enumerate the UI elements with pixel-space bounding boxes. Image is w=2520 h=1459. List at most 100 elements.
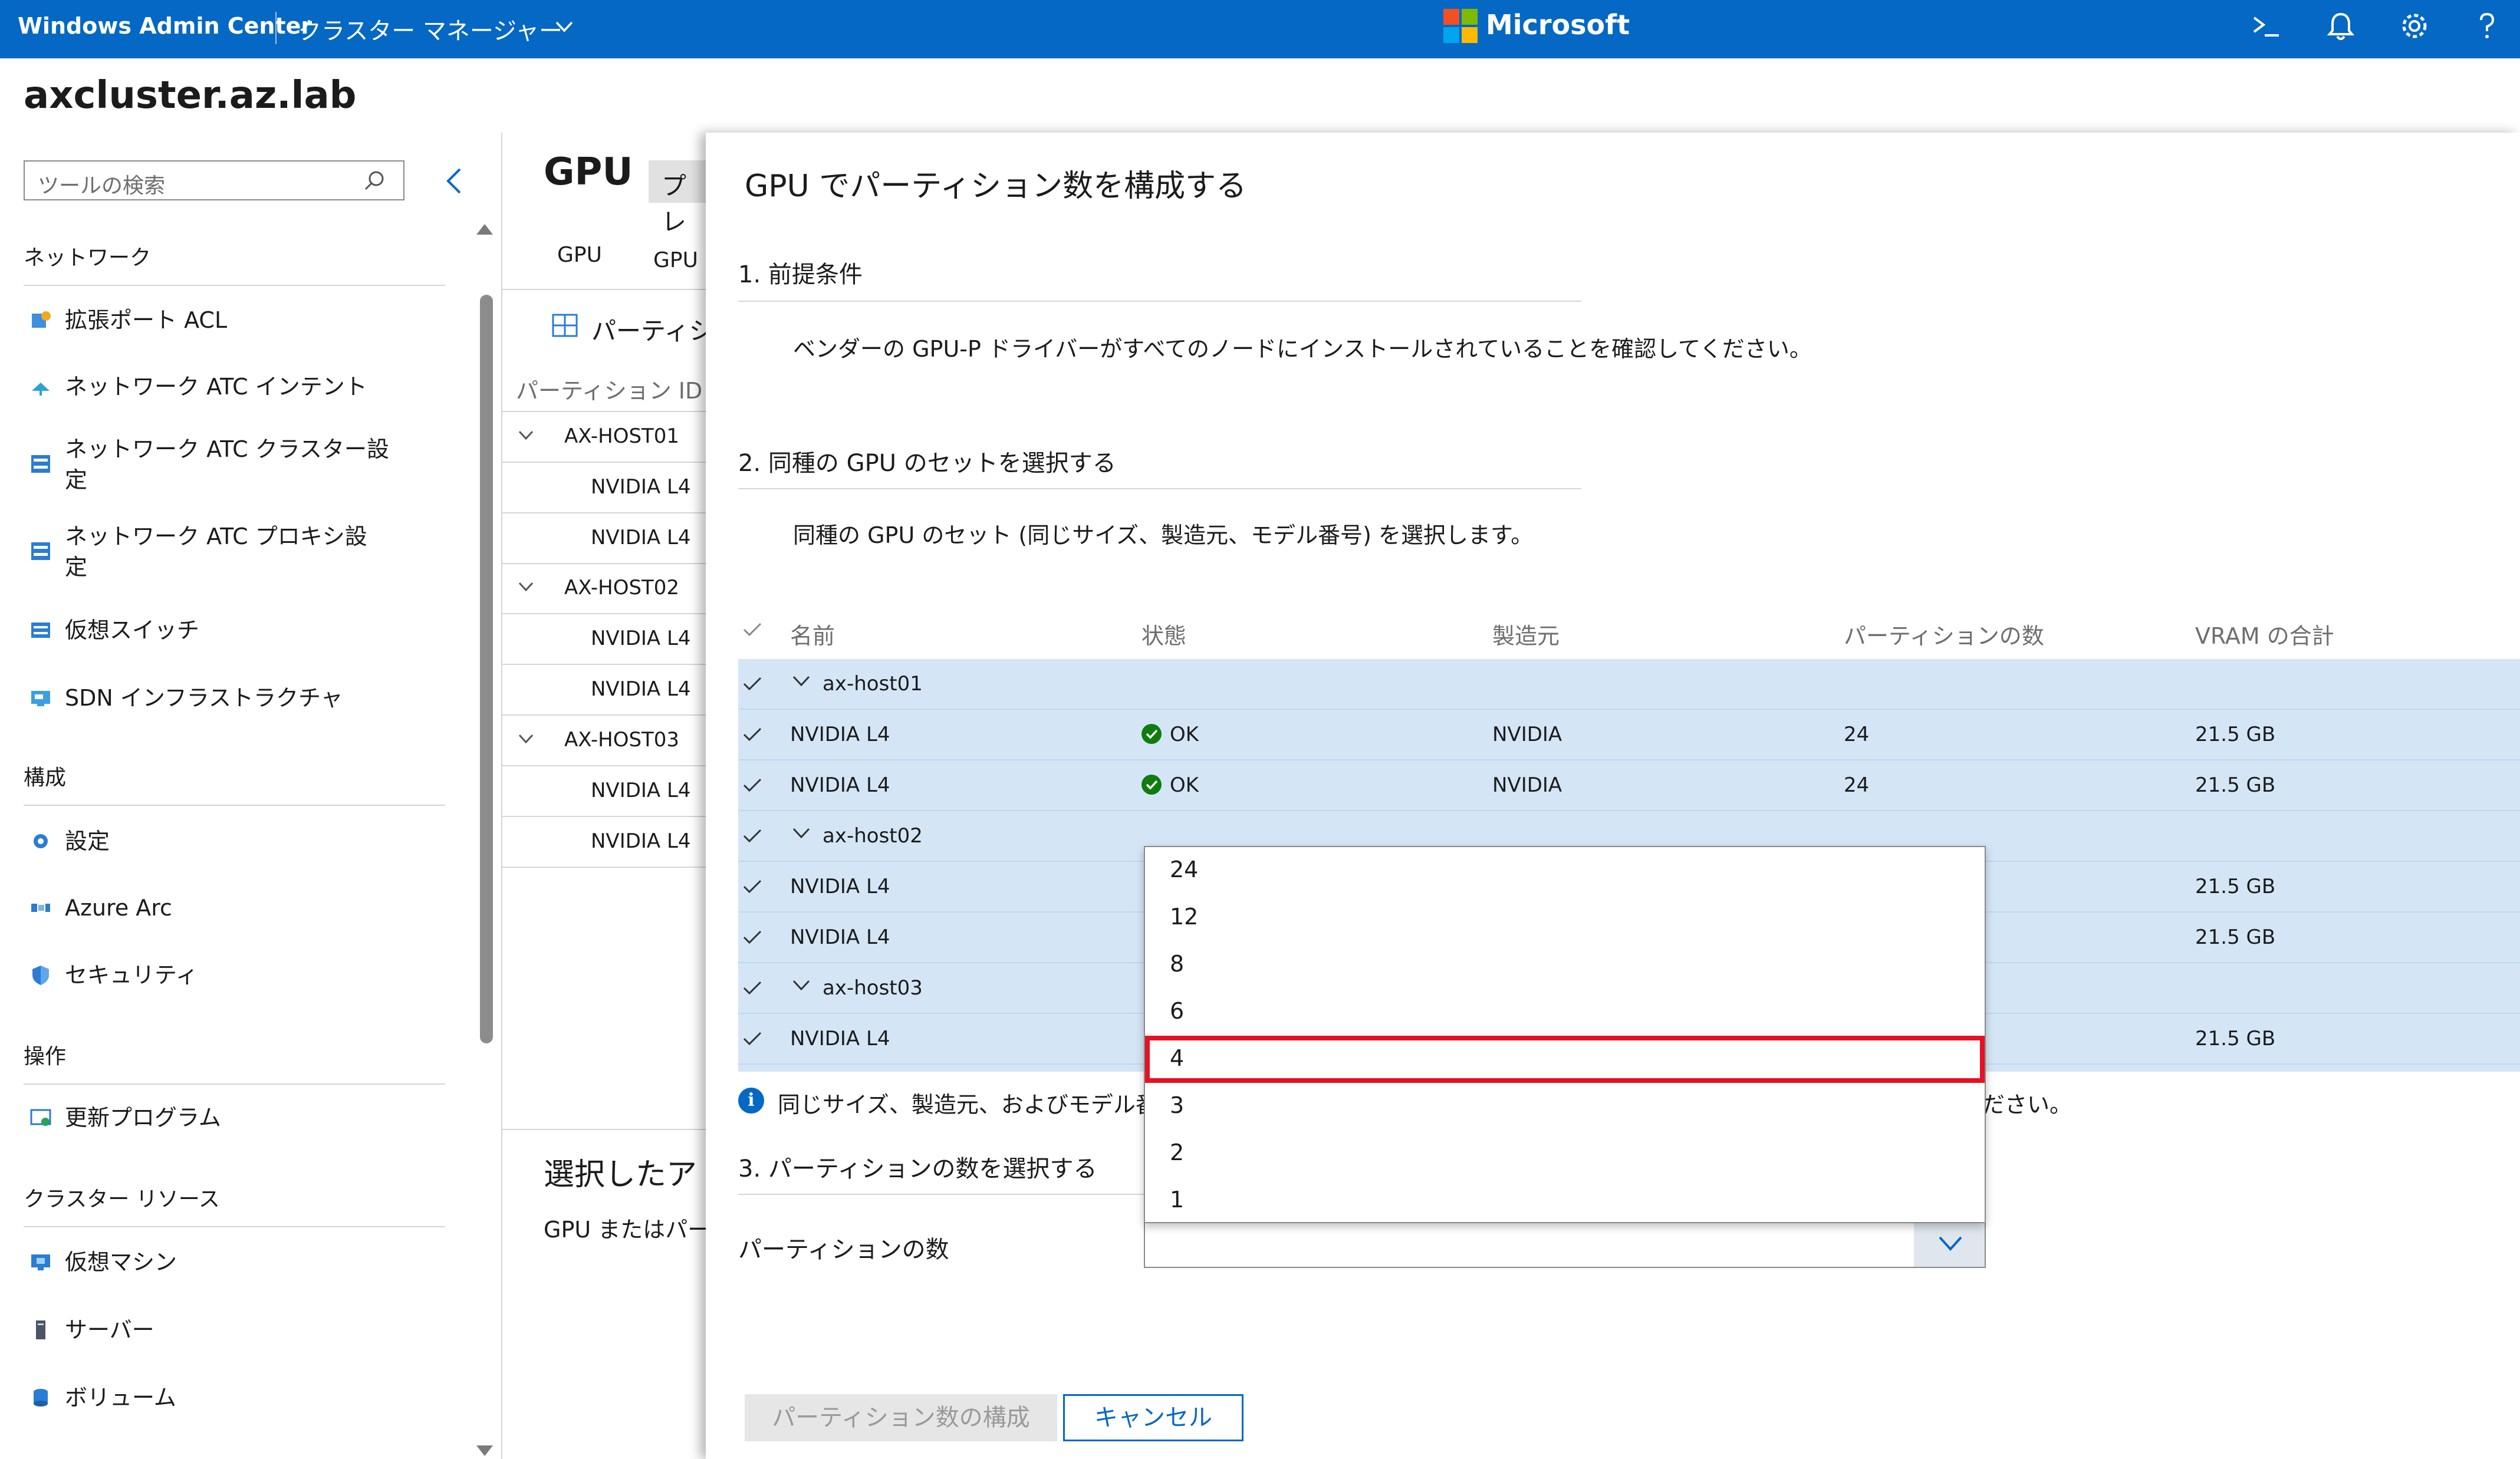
select-all-check-icon[interactable] bbox=[742, 621, 763, 638]
host-group-row[interactable]: AX-HOST01 bbox=[564, 424, 679, 448]
chevron-down-icon[interactable] bbox=[518, 733, 534, 745]
sidebar-item-label: 仮想マシン bbox=[65, 1249, 177, 1275]
table-row[interactable]: NVIDIA L4 OK NVIDIA 24 21.5 GB bbox=[738, 760, 2520, 811]
gpu-row[interactable]: NVIDIA L4 bbox=[591, 475, 691, 499]
sidebar-item-network-atc-intent[interactable]: ネットワーク ATC インテント bbox=[24, 371, 436, 402]
app-switcher[interactable]: クラスター マネージャー bbox=[298, 12, 562, 46]
configure-partitions-command[interactable]: パーティシ bbox=[591, 311, 713, 347]
gpu-row[interactable]: NVIDIA L4 bbox=[591, 779, 691, 802]
check-icon[interactable] bbox=[742, 726, 763, 743]
cancel-button[interactable]: キャンセル bbox=[1063, 1394, 1243, 1441]
search-icon[interactable] bbox=[361, 167, 388, 195]
check-icon[interactable] bbox=[742, 980, 763, 996]
sidebar-item-network-atc-proxy[interactable]: ネットワーク ATC プロキシ設 定 bbox=[24, 521, 436, 582]
column-partition-count[interactable]: パーティションの数 bbox=[1844, 618, 2044, 650]
check-icon[interactable] bbox=[742, 929, 763, 946]
header-divider bbox=[275, 12, 277, 44]
divider bbox=[24, 285, 445, 286]
dropdown-option-highlighted[interactable]: 4 bbox=[1145, 1036, 1985, 1083]
panel-title: GPU でパーティション数を構成する bbox=[745, 169, 1247, 204]
gpu-row[interactable]: NVIDIA L4 bbox=[591, 627, 691, 650]
check-icon[interactable] bbox=[742, 676, 763, 692]
sidebar-item-azure-arc[interactable]: Azure Arc bbox=[24, 892, 436, 923]
check-icon[interactable] bbox=[742, 777, 763, 793]
selected-item-text: GPU またはパー bbox=[544, 1217, 710, 1243]
sidebar-item-updates[interactable]: 更新プログラム bbox=[24, 1102, 436, 1133]
column-name[interactable]: 名前 bbox=[790, 618, 835, 650]
page-title: axcluster.az.lab bbox=[24, 74, 357, 117]
dropdown-option[interactable]: 8 bbox=[1145, 941, 1985, 989]
column-vram-total[interactable]: VRAM の合計 bbox=[2195, 618, 2334, 650]
scroll-down-arrow[interactable] bbox=[476, 1445, 493, 1456]
sidebar-item-label: ネットワーク ATC インテント bbox=[65, 374, 367, 400]
sidebar-section-operations: 操作 bbox=[24, 1045, 67, 1069]
table-row[interactable]: NVIDIA L4 OK NVIDIA 24 21.5 GB bbox=[738, 710, 2520, 760]
gpu-name: NVIDIA L4 bbox=[790, 875, 890, 898]
configure-partitions-button[interactable]: パーティション数の構成 bbox=[745, 1394, 1057, 1441]
vram-total: 21.5 GB bbox=[2195, 875, 2276, 898]
divider bbox=[502, 462, 706, 463]
select-toggle[interactable] bbox=[1914, 1218, 1985, 1267]
select-gpus-text: 同種の GPU のセット (同じサイズ、製造元、モデル番号) を選択します。 bbox=[793, 522, 1534, 548]
sidebar-item-virtual-switch[interactable]: 仮想スイッチ bbox=[24, 615, 436, 645]
preview-badge: プレ bbox=[649, 160, 708, 236]
dropdown-option[interactable]: 24 bbox=[1145, 847, 1985, 894]
host-group-row[interactable]: AX-HOST02 bbox=[564, 576, 679, 600]
divider bbox=[502, 613, 706, 614]
collapse-sidebar-icon[interactable] bbox=[442, 166, 466, 196]
table-row[interactable]: ax-host01 bbox=[738, 659, 2520, 710]
check-icon[interactable] bbox=[742, 1030, 763, 1047]
dropdown-option[interactable]: 2 bbox=[1145, 1130, 1985, 1177]
sidebar-item-extended-acl[interactable]: 拡張ポート ACL bbox=[24, 305, 436, 335]
chevron-down-icon[interactable] bbox=[791, 825, 811, 841]
sidebar-item-volumes[interactable]: ボリューム bbox=[24, 1382, 436, 1413]
gpu-row[interactable]: NVIDIA L4 bbox=[591, 677, 691, 701]
help-icon[interactable] bbox=[2470, 8, 2503, 44]
tab-gpu[interactable]: GPU bbox=[557, 243, 602, 267]
check-icon[interactable] bbox=[742, 878, 763, 895]
dropdown-option[interactable]: 12 bbox=[1145, 894, 1985, 941]
divider bbox=[502, 411, 706, 412]
chevron-down-icon[interactable] bbox=[791, 673, 811, 689]
partition-count-dropdown: 24 12 8 6 4 3 2 1 bbox=[1144, 846, 1986, 1223]
divider bbox=[502, 714, 706, 716]
gpu-row[interactable]: NVIDIA L4 bbox=[591, 829, 691, 853]
status-text: OK bbox=[1170, 773, 1199, 797]
dropdown-option[interactable]: 1 bbox=[1145, 1177, 1985, 1224]
tool-search-input[interactable]: ツールの検索 bbox=[24, 160, 404, 200]
product-title[interactable]: Windows Admin Center bbox=[18, 13, 312, 39]
terminal-icon[interactable] bbox=[2249, 8, 2282, 44]
sidebar-item-network-atc-cluster[interactable]: ネットワーク ATC クラスター設 定 bbox=[24, 434, 436, 495]
scroll-up-arrow[interactable] bbox=[476, 224, 493, 235]
chevron-down-icon[interactable] bbox=[518, 581, 534, 592]
sidebar-item-settings[interactable]: 設定 bbox=[24, 826, 436, 857]
gear-icon[interactable] bbox=[2398, 8, 2431, 44]
search-placeholder: ツールの検索 bbox=[38, 174, 166, 198]
partition-count-select[interactable] bbox=[1144, 1217, 1986, 1268]
server-icon bbox=[36, 1320, 45, 1339]
sidebar-item-servers[interactable]: サーバー bbox=[24, 1315, 436, 1345]
column-partition-id[interactable]: パーティション ID bbox=[516, 373, 702, 405]
chevron-down-icon[interactable] bbox=[518, 429, 534, 441]
chevron-down-icon[interactable] bbox=[1936, 1233, 1965, 1254]
gpu-row[interactable]: NVIDIA L4 bbox=[591, 526, 691, 549]
preview-badge-text: プレ bbox=[662, 172, 687, 236]
dropdown-option[interactable]: 3 bbox=[1145, 1083, 1985, 1130]
ok-status-icon bbox=[1141, 775, 1162, 795]
host-group-row[interactable]: AX-HOST03 bbox=[564, 728, 679, 752]
divider bbox=[502, 765, 706, 766]
bell-icon[interactable] bbox=[2324, 8, 2357, 44]
check-icon[interactable] bbox=[742, 828, 763, 844]
sidebar-item-virtual-machines[interactable]: 仮想マシン bbox=[24, 1247, 436, 1277]
check-icon bbox=[1146, 780, 1158, 790]
column-status[interactable]: 状態 bbox=[1141, 618, 1186, 650]
sidebar-item-sdn-infrastructure[interactable]: SDN インフラストラクチャ bbox=[24, 683, 436, 713]
sidebar-scrollbar[interactable] bbox=[480, 295, 493, 1043]
sidebar-item-security[interactable]: セキュリティ bbox=[24, 960, 436, 990]
divider bbox=[502, 512, 706, 513]
chevron-down-icon[interactable] bbox=[554, 18, 574, 35]
partition-count: 24 bbox=[1844, 723, 1870, 746]
dropdown-option[interactable]: 6 bbox=[1145, 989, 1985, 1036]
chevron-down-icon[interactable] bbox=[791, 977, 811, 993]
column-manufacturer[interactable]: 製造元 bbox=[1492, 618, 1560, 650]
